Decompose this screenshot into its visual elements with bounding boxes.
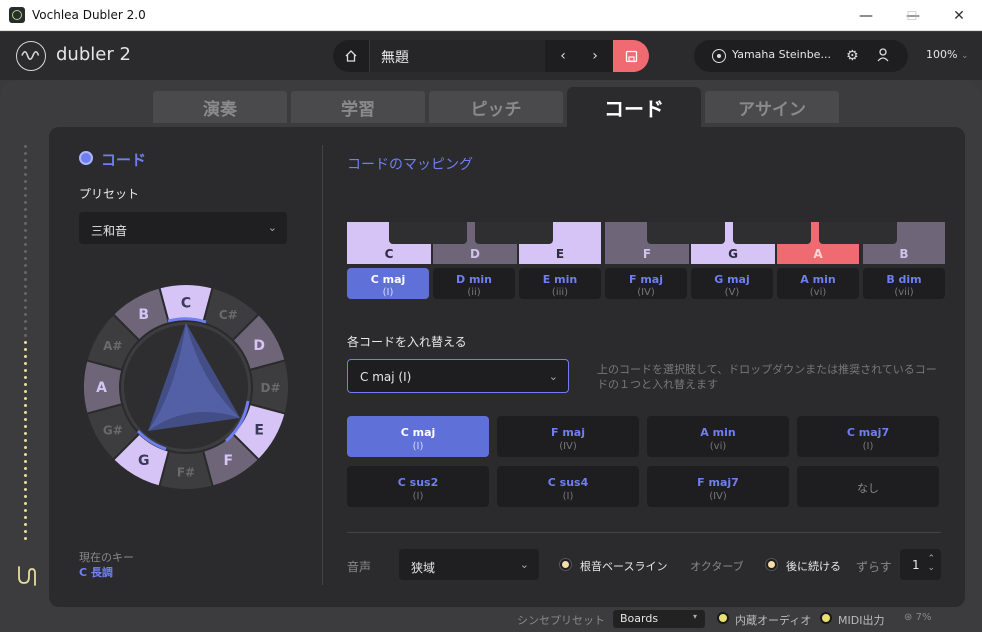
wheel-label-e: E: [254, 422, 264, 438]
panel-divider: [322, 145, 323, 585]
piano-black-key-gsharp[interactable]: [733, 222, 811, 244]
voice-select-value: 狭域: [411, 561, 436, 575]
wheel-label-asharp: A#: [103, 339, 122, 353]
voice-select[interactable]: 狭域 ⌄: [399, 549, 539, 580]
piano-black-key-asharp[interactable]: [819, 222, 897, 244]
chord-mapping-title: コードのマッピング: [347, 157, 473, 173]
window-title: Vochlea Dubler 2.0: [32, 8, 146, 22]
shift-label: ずらす: [856, 560, 892, 574]
piano-black-key-fsharp[interactable]: [647, 222, 725, 244]
app-header: dubler 2 無題 ‹ › Yamaha Steinbe... ⚙ 100%…: [0, 32, 982, 80]
follow-label: 後に続ける: [786, 560, 841, 573]
root-bass-toggle[interactable]: [560, 559, 571, 570]
piano-black-key-dsharp[interactable]: [475, 222, 553, 244]
tab-chords[interactable]: コード: [567, 87, 701, 127]
input-level-meter: [24, 145, 27, 555]
replace-hint-text: 上のコードを選択肢して、ドロップダウンまたは推奨されているコードの１つと入れ替え…: [597, 363, 937, 391]
tab-learn[interactable]: 学習: [291, 91, 425, 123]
alt-chord-7[interactable]: F maj7 (IV): [647, 466, 789, 507]
chevron-down-icon: ⌄: [267, 221, 277, 234]
alt-chord-none[interactable]: なし: [797, 466, 939, 507]
user-account-icon[interactable]: [876, 46, 892, 68]
audio-device-name[interactable]: Yamaha Steinbe...: [732, 48, 831, 61]
midi-out-indicator[interactable]: [820, 612, 832, 624]
chords-toggle-radio[interactable]: [79, 151, 93, 165]
alt-chord-3[interactable]: A min (vi): [647, 416, 789, 457]
maximize-button[interactable]: ☐: [889, 0, 935, 31]
chord-slot-4[interactable]: F maj (IV): [605, 268, 687, 299]
chord-slot-2[interactable]: D min (ii): [433, 268, 515, 299]
alt-chord-6[interactable]: C sus4 (I): [497, 466, 639, 507]
tab-pitch[interactable]: ピッチ: [429, 91, 563, 123]
root-bass-label: 根音ベースライン: [580, 560, 668, 573]
prev-project-chevron-icon[interactable]: ‹: [547, 40, 579, 72]
wheel-label-a: A: [96, 380, 107, 396]
chord-slot-5[interactable]: G maj (V): [691, 268, 773, 299]
chord-slot-6[interactable]: A min (vi): [777, 268, 859, 299]
current-key-value: C 長調: [79, 566, 113, 579]
alt-chord-4[interactable]: C maj7 (I): [797, 416, 939, 457]
alt-chord-5[interactable]: C sus2 (I): [347, 466, 489, 507]
preset-label: プリセット: [79, 187, 140, 201]
replace-chord-value: C maj (I): [360, 370, 412, 384]
alt-chord-1[interactable]: C maj (I): [347, 416, 489, 457]
stepper-arrows-icon[interactable]: ⌃ ⌄: [927, 555, 935, 573]
tab-perform[interactable]: 演奏: [153, 91, 287, 123]
wheel-label-d: D: [253, 338, 265, 354]
chevron-down-icon: ⌄: [519, 558, 529, 571]
next-project-chevron-icon[interactable]: ›: [579, 40, 611, 72]
voice-label: 音声: [347, 560, 372, 574]
cpu-usage: ⊛ 7%: [904, 612, 932, 623]
cpu-chip-icon: ⊛: [904, 612, 913, 623]
save-icon[interactable]: [613, 40, 649, 72]
internal-audio-label: 内蔵オーディオ: [735, 614, 812, 627]
audio-device-icon[interactable]: [712, 49, 726, 63]
chord-slot-1[interactable]: C maj (I): [347, 268, 429, 299]
chords-toggle-label: コード: [101, 151, 147, 169]
zoom-level[interactable]: 100% ⌄: [926, 48, 969, 61]
home-icon[interactable]: [333, 40, 369, 72]
preset-select-value: 三和音: [91, 224, 128, 238]
synth-preset-select[interactable]: Boards ▾: [613, 610, 705, 628]
shift-value: 1: [912, 558, 920, 572]
internal-audio-indicator[interactable]: [717, 612, 729, 624]
wheel-label-gsharp: G#: [103, 423, 123, 437]
wheel-label-b: B: [138, 307, 149, 323]
window-titlebar: Vochlea Dubler 2.0 —: [0, 0, 982, 31]
wheel-label-csharp: C#: [219, 308, 238, 322]
chord-wheel[interactable]: C C# D D# E F F# G G# A A# B: [80, 281, 292, 493]
wheel-label-g: G: [138, 453, 150, 469]
preset-select[interactable]: 三和音 ⌄: [79, 212, 287, 244]
section-divider: [347, 532, 941, 533]
chevron-down-icon: ⌄: [548, 370, 558, 383]
dubler-logo-icon: [16, 41, 46, 71]
app-icon: [9, 7, 25, 23]
wheel-label-dsharp: D#: [260, 381, 280, 395]
wheel-label-c: C: [181, 296, 191, 312]
tab-assign[interactable]: アサイン: [705, 91, 839, 123]
close-button[interactable]: ✕: [936, 0, 982, 31]
chord-slot-3[interactable]: E min (iii): [519, 268, 601, 299]
replace-chord-label: 各コードを入れ替える: [347, 335, 467, 349]
current-key-label: 現在のキー: [79, 551, 134, 564]
shift-stepper[interactable]: 1 ⌃ ⌄: [900, 549, 941, 580]
device-bar: Yamaha Steinbe... ⚙: [694, 40, 908, 72]
dropdown-arrow-icon: ▾: [692, 612, 697, 621]
replace-chord-select[interactable]: C maj (I) ⌄: [347, 359, 569, 393]
wheel-label-fsharp: F#: [177, 466, 195, 480]
project-bar: 無題 ‹ ›: [333, 40, 649, 72]
wheel-label-f: F: [223, 453, 233, 469]
midi-out-label: MIDI出力: [838, 614, 885, 627]
microphone-cable-icon[interactable]: [14, 563, 38, 589]
alt-chord-2[interactable]: F maj (IV): [497, 416, 639, 457]
settings-gear-icon[interactable]: ⚙: [846, 48, 859, 64]
piano-black-key-csharp[interactable]: [389, 222, 467, 244]
logo-text: dubler 2: [56, 44, 131, 65]
chord-slot-7[interactable]: B dim (vii): [863, 268, 945, 299]
synth-preset-label: シンセプリセット: [517, 614, 605, 627]
minimize-button-2[interactable]: —: [843, 0, 889, 31]
octave-label: オクターブ: [690, 560, 744, 573]
project-name[interactable]: 無題: [369, 40, 545, 72]
follow-toggle[interactable]: [766, 559, 777, 570]
